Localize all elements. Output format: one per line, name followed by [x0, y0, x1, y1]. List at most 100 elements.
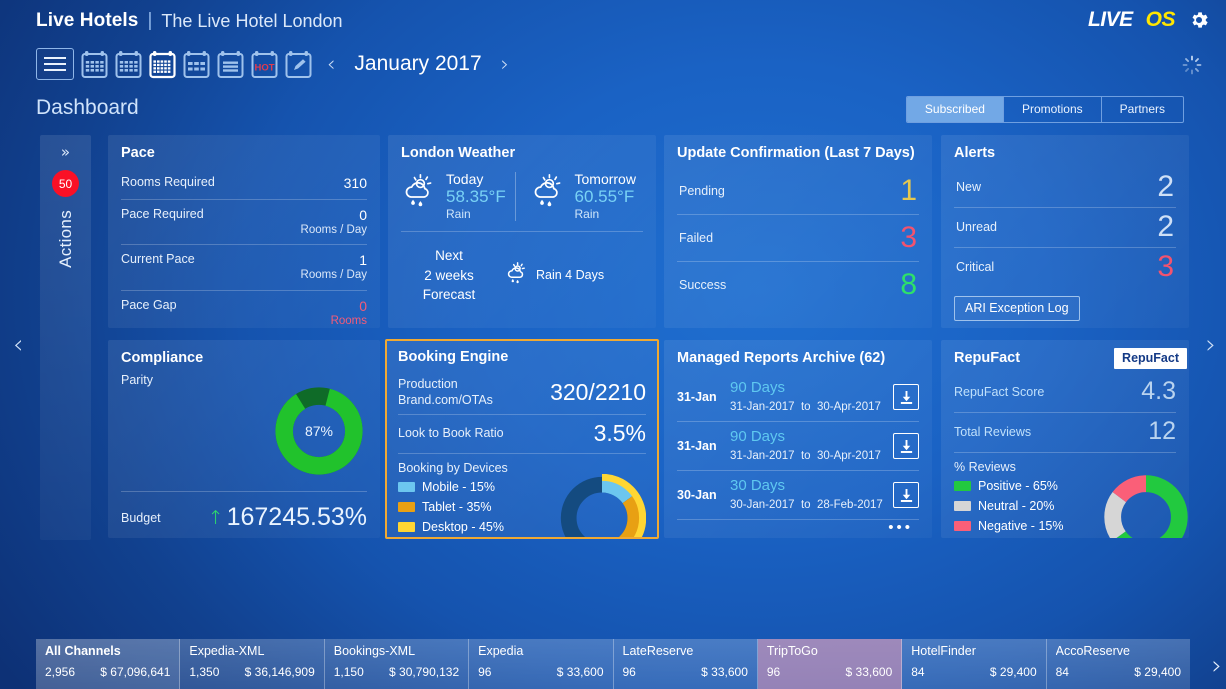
- report-date: 31-Jan: [677, 390, 717, 404]
- current-month-label: January 2017: [354, 52, 482, 75]
- table-row[interactable]: 31-Jan 90 Days 31-Jan-2017 to 30-Apr-201…: [677, 422, 919, 471]
- compliance-budget-label: Budget: [121, 510, 161, 525]
- hamburger-menu-icon[interactable]: [36, 48, 74, 80]
- channel-revenue: $ 33,600: [701, 665, 748, 679]
- next-month-button[interactable]: ›: [493, 53, 517, 75]
- card-london-weather[interactable]: London Weather Today 58.35°F Rain Tomorr…: [388, 135, 656, 328]
- download-icon[interactable]: [893, 433, 919, 459]
- channel-count: 84: [1055, 665, 1069, 679]
- pace-row-current-pace: Current Pace 1 Rooms / Day: [121, 245, 367, 291]
- booking-devices-body: Mobile - 15% Tablet - 35% Desktop - 45%: [398, 474, 647, 537]
- download-icon[interactable]: [893, 482, 919, 508]
- channel-revenue: $ 30,790,132: [389, 665, 460, 679]
- repufact-legend: Positive - 65% Neutral - 20% Negative - …: [954, 479, 1063, 538]
- channel-revenue: $ 29,400: [989, 665, 1037, 679]
- repufact-value-reviews: 12: [1148, 417, 1176, 445]
- channel-item-expedia[interactable]: Expedia 96 $ 33,600: [469, 639, 614, 689]
- pace-value-rooms-required: 310: [343, 175, 367, 191]
- channel-item-all-channels[interactable]: All Channels 2,956 $ 67,096,641: [36, 639, 181, 689]
- channel-item-latereserve[interactable]: LateReserve 96 $ 33,600: [614, 639, 758, 689]
- download-icon[interactable]: [893, 384, 919, 410]
- logo-area: LIVE OS: [1088, 8, 1210, 32]
- app-header: Live Hotels | The Live Hotel London: [0, 0, 1226, 42]
- prev-month-button[interactable]: ‹: [319, 53, 343, 75]
- card-alerts[interactable]: Alerts New 2 Unread 2 Critical 3 ARI Exc…: [941, 135, 1189, 328]
- booking-devices-legend: Mobile - 15% Tablet - 35% Desktop - 45%: [398, 480, 504, 537]
- booking-row-look-to-book: Look to Book Ratio 3.5%: [398, 415, 646, 455]
- repufact-row-reviews: Total Reviews 12: [954, 413, 1176, 453]
- channel-next-arrow[interactable]: ›: [1212, 651, 1222, 681]
- compliance-parity-percent: 87%: [304, 423, 334, 439]
- calendar-list-icon[interactable]: [217, 50, 244, 79]
- card-title-booking-engine: Booking Engine: [398, 349, 509, 365]
- calendar-edit-icon[interactable]: [285, 50, 312, 79]
- update-label-failed: Failed: [679, 231, 714, 245]
- ari-exception-log-button[interactable]: ARI Exception Log: [954, 296, 1080, 321]
- channel-item-accoreserve[interactable]: AccoReserve 84 $ 29,400: [1047, 639, 1190, 689]
- channel-item-hotelfinder[interactable]: HotelFinder 84 $ 29,400: [902, 639, 1047, 689]
- compliance-parity-donut: 87%: [121, 387, 367, 491]
- channel-item-bookings-xml[interactable]: Bookings-XML 1,150 $ 30,790,132: [325, 639, 470, 689]
- channel-name: AccoReserve: [1055, 644, 1130, 658]
- channel-count: 96: [478, 665, 492, 679]
- calendar-week-icon[interactable]: [183, 50, 210, 79]
- channel-figures: 84 $ 29,400: [911, 665, 1036, 679]
- booking-label-production-line2: Brand.com/OTAs: [398, 392, 493, 407]
- actions-rail[interactable]: » 50 Actions: [40, 135, 91, 540]
- booking-by-devices-donut: [557, 474, 647, 537]
- legend-swatch-neutral: [954, 501, 971, 511]
- legend-item-neutral: Neutral - 20%: [954, 499, 1063, 513]
- tab-subscribed[interactable]: Subscribed: [906, 97, 1004, 122]
- card-booking-engine[interactable]: Booking Engine Production Brand.com/OTAs…: [385, 339, 659, 539]
- channel-item-triptogo[interactable]: TripToGo 96 $ 33,600: [757, 639, 903, 689]
- expand-rail-icon[interactable]: »: [61, 143, 70, 161]
- next-page-arrow[interactable]: ›: [1206, 330, 1216, 360]
- weather-today-label: Today: [446, 171, 484, 187]
- tab-partners[interactable]: Partners: [1102, 97, 1183, 122]
- card-pace[interactable]: Pace Rooms Required 310 Pace Required 0R…: [108, 135, 380, 328]
- legend-swatch-desktop: [398, 522, 415, 533]
- card-update-confirmation[interactable]: Update Confirmation (Last 7 Days) Pendin…: [664, 135, 932, 328]
- card-compliance[interactable]: Compliance Parity 87% Budget ↑ 167245.53…: [108, 340, 380, 538]
- rain-sun-cloud-icon: [401, 172, 438, 214]
- legend-item-positive: Positive - 65%: [954, 479, 1063, 493]
- update-label-success: Success: [679, 278, 727, 292]
- forecast-period-label: Next 2 weeks Forecast: [401, 246, 497, 305]
- channel-name: LateReserve: [622, 644, 694, 658]
- pace-label-current-pace: Current Pace: [121, 252, 195, 267]
- pace-row-pace-gap: Pace Gap 0 Rooms: [121, 291, 367, 328]
- table-row[interactable]: 31-Jan 90 Days 31-Jan-2017 to 30-Apr-201…: [677, 373, 919, 422]
- alerts-label-unread: Unread: [956, 220, 997, 234]
- report-date: 31-Jan: [677, 439, 717, 453]
- legend-item-desktop: Desktop - 45%: [398, 520, 504, 534]
- alerts-value-new: 2: [1157, 170, 1174, 203]
- legend-swatch-mobile: [398, 482, 415, 493]
- forecast-line-2: 2 weeks: [424, 267, 474, 283]
- repufact-value-score: 4.3: [1141, 377, 1176, 405]
- more-dots-icon[interactable]: •••: [677, 520, 919, 535]
- calendar-hot-icon[interactable]: HOT: [251, 50, 278, 79]
- channel-item-expedia-xml[interactable]: Expedia-XML 1,350 $ 36,146,909: [180, 639, 325, 689]
- weather-today-condition: Rain: [446, 206, 471, 221]
- alerts-label-critical: Critical: [956, 260, 995, 274]
- weather-today-tomorrow: Today 58.35°F Rain Tomorrow 60.55°F Rain: [401, 168, 643, 232]
- card-repufact[interactable]: RepuFact RepuFact RepuFact Score 4.3 Tot…: [941, 340, 1189, 538]
- booking-value-look-to-book: 3.5%: [593, 420, 646, 447]
- channel-name: Expedia-XML: [189, 644, 265, 658]
- calendar-month-active-icon[interactable]: [149, 50, 176, 79]
- prev-page-arrow[interactable]: ‹: [13, 330, 23, 360]
- alerts-value-critical: 3: [1157, 250, 1174, 283]
- channel-figures: 84 $ 29,400: [1056, 665, 1181, 679]
- table-row[interactable]: 30-Jan 30 Days 30-Jan-2017 to 28-Feb-201…: [677, 471, 919, 520]
- card-title-alerts: Alerts: [954, 145, 996, 161]
- channel-figures: 96 $ 33,600: [767, 665, 892, 679]
- legend-item-tablet: Tablet - 35%: [398, 500, 504, 514]
- logo-live-text: LIVE: [1087, 8, 1133, 31]
- tab-promotions[interactable]: Promotions: [1004, 97, 1102, 122]
- compliance-budget-value: 167245.53%: [226, 503, 367, 531]
- calendar-grid-icon[interactable]: [115, 50, 142, 79]
- card-managed-reports-archive[interactable]: Managed Reports Archive (62) 31-Jan 90 D…: [664, 340, 932, 538]
- gear-icon[interactable]: [1188, 9, 1210, 31]
- calendar-grid-icon[interactable]: [81, 50, 108, 79]
- legend-swatch-tablet: [398, 502, 415, 513]
